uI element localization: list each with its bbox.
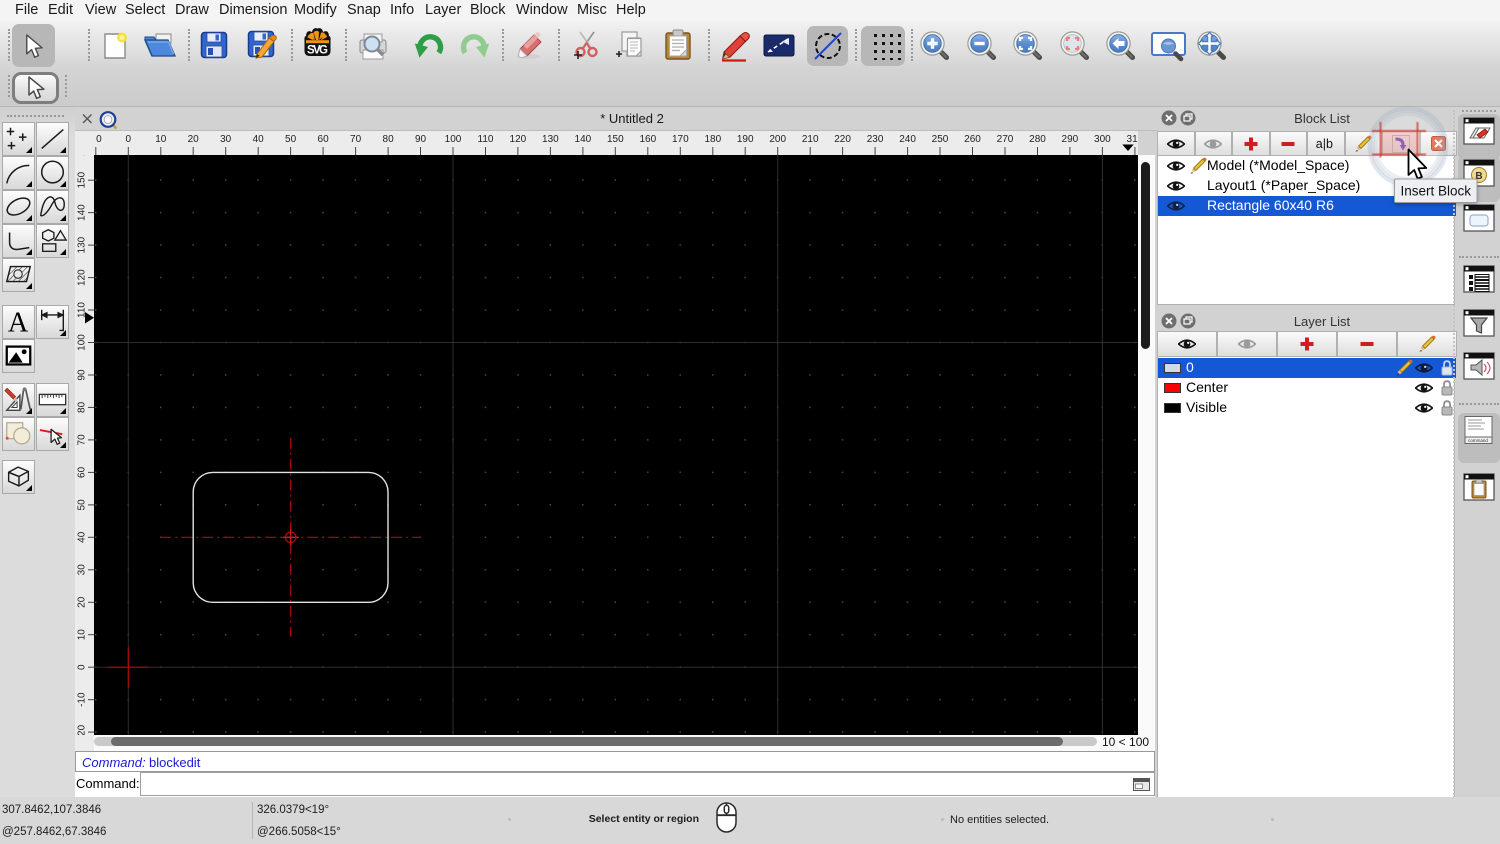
svg-text:230: 230 — [867, 134, 884, 145]
svg-text:150: 150 — [77, 171, 88, 188]
svg-text:100: 100 — [77, 334, 88, 351]
svg-text:270: 270 — [997, 134, 1014, 145]
svg-text:40: 40 — [253, 134, 265, 145]
svg-text:B: B — [1475, 171, 1482, 182]
svg-text:command: command — [1468, 438, 1488, 443]
svg-text:20: 20 — [77, 596, 88, 608]
svg-text:90: 90 — [77, 369, 88, 381]
svg-text:100: 100 — [445, 134, 462, 145]
svg-text:120: 120 — [510, 134, 527, 145]
svg-text:280: 280 — [1029, 134, 1046, 145]
svg-text:240: 240 — [899, 134, 916, 145]
svg-text:60: 60 — [77, 466, 88, 478]
svg-text:190: 190 — [737, 134, 754, 145]
svg-text:50: 50 — [285, 134, 297, 145]
svg-text:200: 200 — [769, 134, 786, 145]
svg-text:160: 160 — [77, 155, 88, 156]
svg-text:220: 220 — [834, 134, 851, 145]
svg-text:10: 10 — [155, 134, 167, 145]
svg-text:180: 180 — [704, 134, 721, 145]
svg-text:130: 130 — [77, 236, 88, 253]
svg-text:170: 170 — [672, 134, 689, 145]
svg-text:0: 0 — [126, 134, 132, 145]
svg-text:140: 140 — [575, 134, 592, 145]
svg-text:80: 80 — [77, 401, 88, 413]
svg-text:110: 110 — [478, 134, 494, 145]
svg-text:260: 260 — [964, 134, 981, 145]
svg-text:0: 0 — [77, 664, 88, 670]
svg-text:80: 80 — [383, 134, 395, 145]
svg-text:30: 30 — [77, 564, 88, 576]
svg-text:300: 300 — [1094, 134, 1111, 145]
svg-text:40: 40 — [77, 531, 88, 543]
svg-text:20: 20 — [188, 134, 200, 145]
svg-text:120: 120 — [77, 269, 88, 286]
svg-text:A: A — [8, 307, 29, 338]
svg-text:60: 60 — [318, 134, 330, 145]
svg-text:160: 160 — [639, 134, 656, 145]
svg-text:150: 150 — [607, 134, 624, 145]
svg-text:290: 290 — [1062, 134, 1079, 145]
svg-text:-10: -10 — [77, 692, 88, 707]
svg-text:140: 140 — [77, 204, 88, 221]
svg-text:70: 70 — [77, 434, 88, 446]
svg-text:30: 30 — [220, 134, 232, 145]
svg-text:SVG: SVG — [307, 45, 328, 57]
svg-text:-20: -20 — [77, 724, 88, 735]
svg-text:50: 50 — [77, 499, 88, 511]
svg-text:250: 250 — [932, 134, 949, 145]
svg-text:210: 210 — [802, 134, 819, 145]
svg-text:310: 310 — [1127, 134, 1138, 145]
svg-text:10: 10 — [77, 629, 88, 641]
svg-text:0: 0 — [96, 134, 102, 145]
svg-text:90: 90 — [415, 134, 427, 145]
svg-text:70: 70 — [350, 134, 362, 145]
svg-text:130: 130 — [542, 134, 559, 145]
